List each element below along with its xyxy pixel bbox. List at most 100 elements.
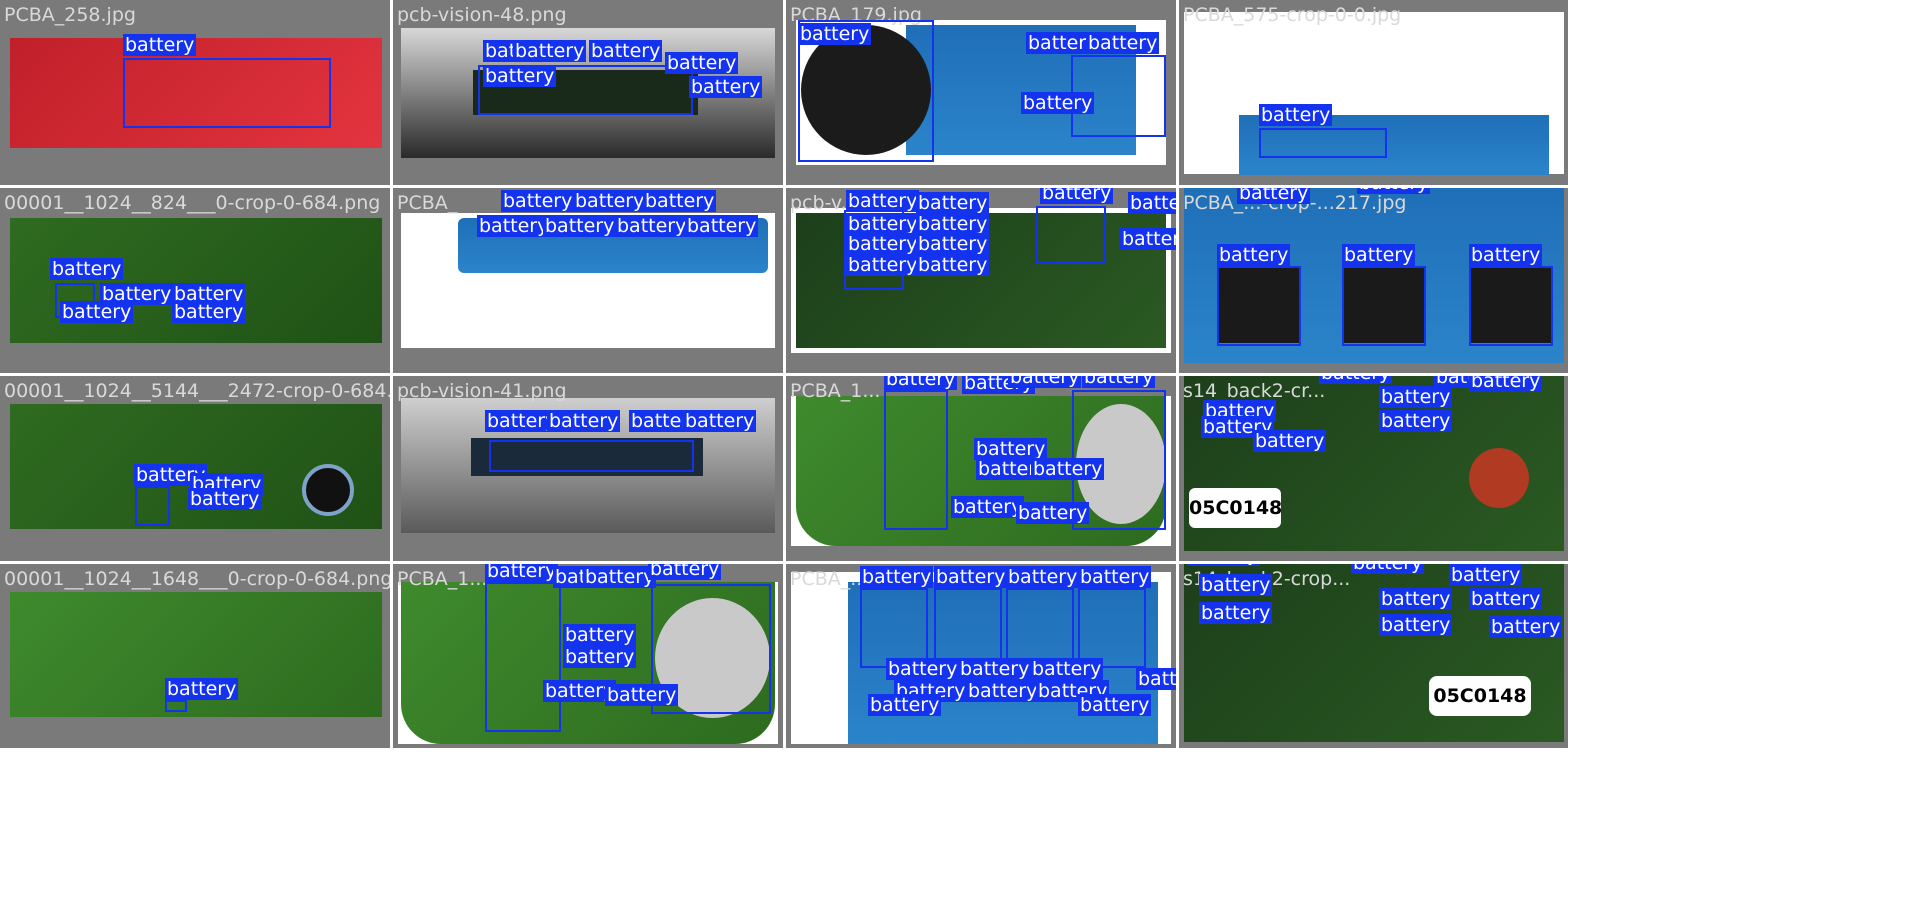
- detection-label: battery: [1199, 574, 1273, 596]
- tile-1[interactable]: PCBA_258.jpg battery: [0, 0, 390, 185]
- detection-box[interactable]: [1259, 128, 1387, 158]
- detection-label: battery: [1469, 244, 1543, 266]
- tile-11[interactable]: PCBA_1... battery battery battery batter…: [786, 376, 1176, 561]
- tile-2[interactable]: pcb-vision-48.png battery battery batter…: [393, 0, 783, 185]
- filename: 00001__1024__1648___0-crop-0-684.png: [4, 568, 390, 590]
- detection-label: battery: [951, 496, 1025, 518]
- detection-label: battery: [563, 646, 637, 668]
- tile-4[interactable]: PCBA_575-crop-0-0.jpg battery: [1179, 0, 1568, 185]
- tile-9[interactable]: 00001__1024__5144___2472-crop-0-684.png …: [0, 376, 390, 561]
- tile-13[interactable]: 00001__1024__1648___0-crop-0-684.png bat…: [0, 564, 390, 748]
- detection-label: battery: [689, 76, 763, 98]
- detection-label: battery: [188, 488, 262, 510]
- tile-8[interactable]: PCBA_...-crop-...217.jpg battery battery…: [1179, 188, 1568, 373]
- detection-label: battery: [1351, 564, 1425, 574]
- detection-box[interactable]: [860, 588, 928, 668]
- detection-label: battery: [1086, 32, 1160, 54]
- detection-label: battery: [1031, 458, 1105, 480]
- detection-label: battery: [1319, 376, 1393, 384]
- detection-label: battery: [1082, 376, 1156, 388]
- detection-label: battery: [1006, 566, 1080, 588]
- detection-label: battery: [583, 566, 657, 588]
- detection-label: battery: [1187, 564, 1261, 566]
- filename: PCBA_1...: [790, 380, 881, 402]
- detection-label: battery: [868, 694, 942, 716]
- detection-label: battery: [547, 410, 621, 432]
- pcb-photo: [10, 218, 382, 343]
- detection-label: battery: [1253, 430, 1327, 452]
- detection-label: battery: [573, 190, 647, 212]
- tile-3[interactable]: PCBA_179.jpg battery battery battery bat…: [786, 0, 1176, 185]
- detection-box[interactable]: [489, 440, 694, 472]
- filename: PCBA_1...: [397, 568, 488, 590]
- chip-label: 05C0148: [1189, 488, 1282, 528]
- detection-label: battery: [958, 658, 1032, 680]
- detection-label: battery: [1469, 588, 1543, 610]
- detection-label: battery: [172, 301, 246, 323]
- filename: PCBA_258.jpg: [4, 4, 136, 26]
- detection-box[interactable]: [934, 588, 1002, 668]
- detection-label: battery: [123, 34, 197, 56]
- detection-box[interactable]: [1036, 206, 1106, 264]
- detection-label: battery: [884, 376, 958, 390]
- tile-12[interactable]: 05C0148 s14_back2-cr... battery battery …: [1179, 376, 1568, 561]
- tile-5[interactable]: 00001__1024__824___0-crop-0-684.png batt…: [0, 188, 390, 373]
- filename: 00001__1024__5144___2472-crop-0-684.png: [4, 380, 390, 402]
- detection-label: battery: [846, 213, 920, 235]
- filename: PCBA_575-crop-0-0.jpg: [1183, 4, 1402, 26]
- detection-label: battery: [974, 438, 1048, 460]
- detection-box[interactable]: [135, 486, 170, 526]
- tile-16[interactable]: 05C0148 s14_back2-crop... battery batter…: [1179, 564, 1568, 748]
- detection-box[interactable]: [1006, 588, 1074, 668]
- detection-label: battery: [1469, 376, 1543, 392]
- detection-label: battery: [846, 254, 920, 276]
- detection-box[interactable]: [1469, 266, 1553, 346]
- detection-label: battery: [483, 65, 557, 87]
- detection-label: battery: [916, 254, 990, 276]
- detection-box[interactable]: [485, 582, 561, 732]
- detection-label: battery: [1489, 616, 1563, 638]
- detection-label: battery: [1379, 588, 1453, 610]
- detection-box[interactable]: [884, 390, 948, 530]
- tile-15[interactable]: PCBA_... battery battery battery battery…: [786, 564, 1176, 748]
- detection-label: battery: [1237, 188, 1311, 204]
- tile-7[interactable]: pcb-v...562.png battery battery battery …: [786, 188, 1176, 373]
- detection-label: battery: [1040, 188, 1114, 204]
- detection-label: battery: [60, 301, 134, 323]
- detection-label: battery: [1078, 694, 1152, 716]
- mount-hole: [302, 464, 354, 516]
- detection-label: battery: [685, 215, 759, 237]
- filename: pcb-vision-48.png: [397, 4, 567, 26]
- detection-label: battery: [886, 658, 960, 680]
- tile-6[interactable]: PCBA_ battery battery battery battery ba…: [393, 188, 783, 373]
- detection-label: battery: [643, 190, 717, 212]
- detection-label: battery: [50, 258, 124, 280]
- detection-label: battery: [916, 233, 990, 255]
- detection-box[interactable]: [123, 58, 331, 128]
- detection-label: battery: [860, 566, 934, 588]
- detection-label: battery: [683, 410, 757, 432]
- detection-label: battery: [846, 233, 920, 255]
- detection-box[interactable]: [1217, 266, 1301, 346]
- detection-label: battery: [1379, 410, 1453, 432]
- detection-label: battery: [605, 684, 679, 706]
- tile-14[interactable]: PCBA_1... battery battery battery batter…: [393, 564, 783, 748]
- detection-label: battery: [513, 40, 587, 62]
- filename: PCBA_: [397, 192, 458, 214]
- detection-label: battery: [934, 566, 1008, 588]
- detection-box[interactable]: [165, 700, 187, 712]
- detection-label: battery: [846, 190, 920, 212]
- detection-label: battery: [1128, 192, 1176, 214]
- detection-label: battery: [543, 215, 617, 237]
- detection-label: battery: [477, 215, 551, 237]
- detection-box[interactable]: [1078, 588, 1146, 668]
- detection-label: battery: [1120, 228, 1176, 250]
- detection-label: battery: [916, 192, 990, 214]
- detection-label: battery: [485, 564, 559, 582]
- tile-10[interactable]: pcb-vision-41.png battery battery batter…: [393, 376, 783, 561]
- detection-label: battery: [1199, 602, 1273, 624]
- detection-box[interactable]: [1342, 266, 1426, 346]
- detection-label: battery: [1357, 188, 1431, 194]
- detection-label: battery: [1030, 658, 1104, 680]
- detection-label: battery: [648, 564, 722, 580]
